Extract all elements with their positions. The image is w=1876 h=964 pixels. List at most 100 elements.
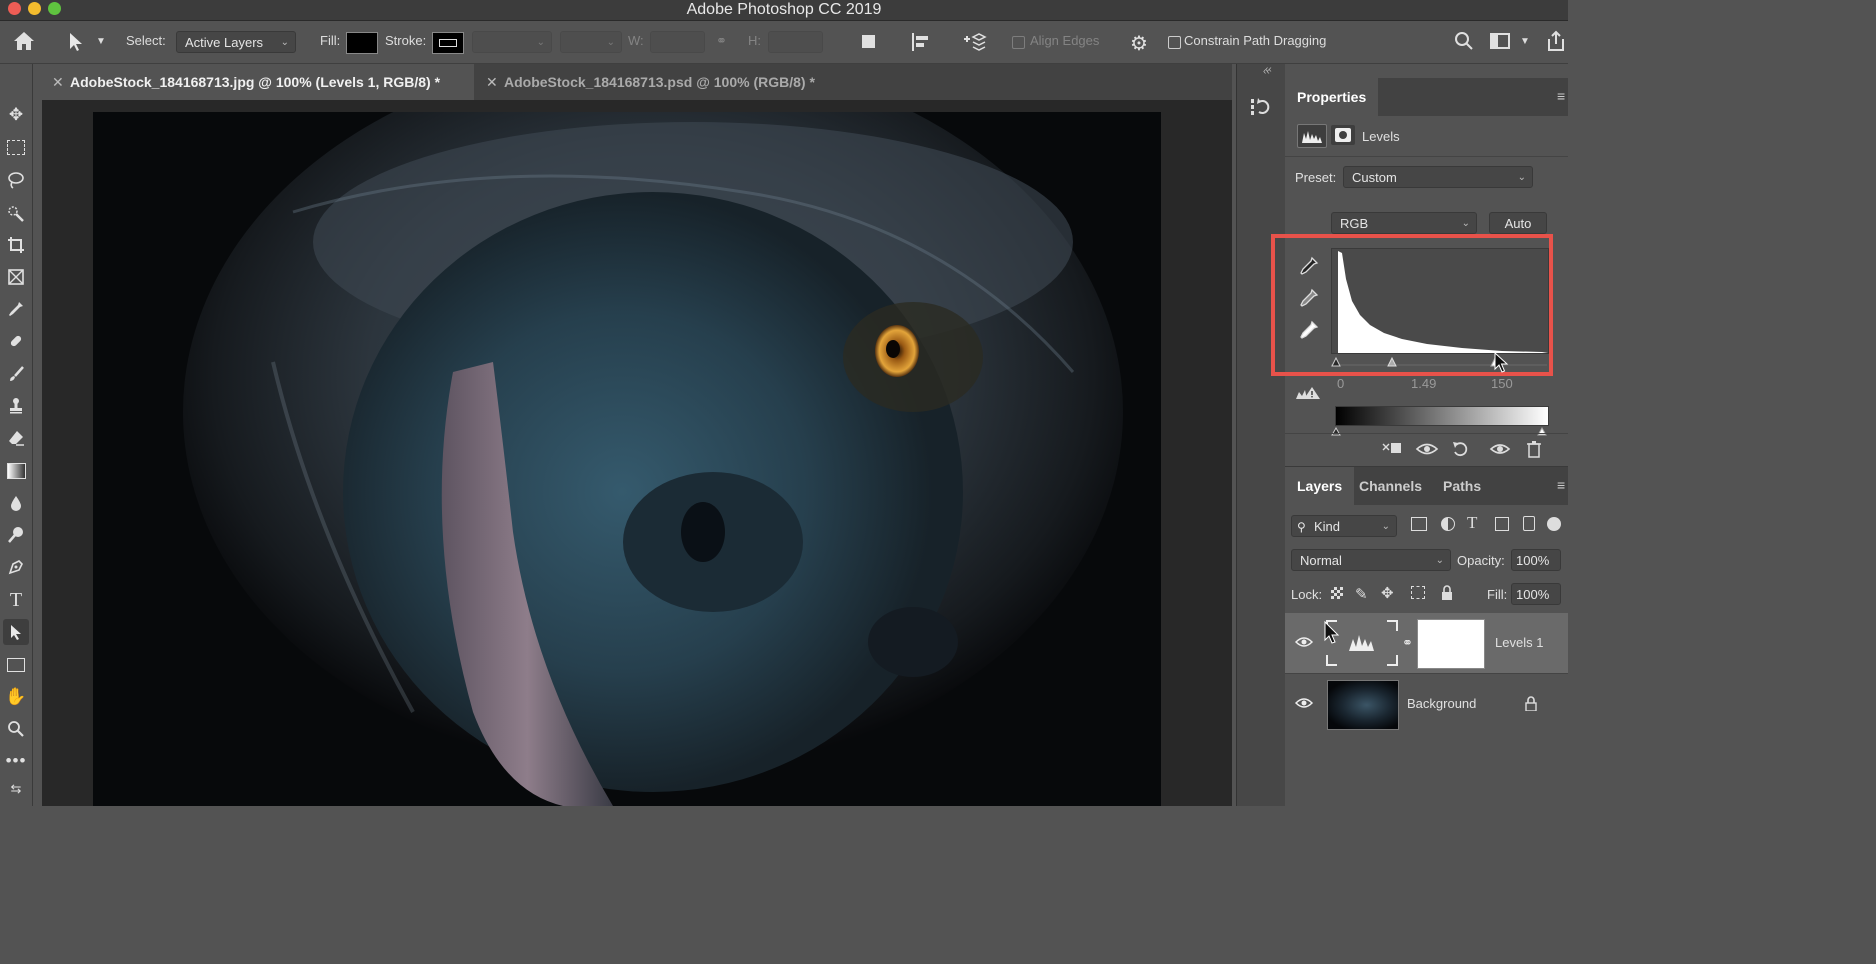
- view-previous-state-icon[interactable]: [1415, 440, 1439, 463]
- tab-channels[interactable]: Channels: [1347, 467, 1434, 505]
- clip-to-layer-icon[interactable]: [1381, 440, 1403, 463]
- type-filter-icon[interactable]: T: [1467, 513, 1477, 533]
- stroke-width-field[interactable]: ⌄: [472, 31, 552, 53]
- shape-filter-icon[interactable]: [1495, 517, 1509, 531]
- path-select-tool-icon[interactable]: [3, 619, 29, 645]
- link-icon[interactable]: ⚭: [1402, 635, 1413, 651]
- layer-name[interactable]: Levels 1: [1495, 635, 1543, 650]
- gear-icon[interactable]: ⚙: [1130, 31, 1148, 56]
- mask-icon[interactable]: [1331, 125, 1355, 145]
- dodge-tool-icon[interactable]: [3, 522, 29, 548]
- levels-adjustment-icon[interactable]: [1297, 124, 1327, 148]
- rectangle-tool-icon[interactable]: [3, 652, 29, 678]
- share-icon[interactable]: [1546, 30, 1566, 55]
- hand-tool-icon[interactable]: ✋: [3, 684, 29, 710]
- workspace-chevron-icon[interactable]: ▼: [1520, 36, 1530, 47]
- path-alignment-icon[interactable]: [910, 32, 932, 55]
- chimpanzee-photo[interactable]: [93, 112, 1161, 806]
- expand-dock-icon[interactable]: ‹‹: [1265, 64, 1272, 75]
- home-icon[interactable]: [12, 30, 36, 55]
- gradient-tool-icon[interactable]: [3, 458, 29, 484]
- smart-object-filter-icon[interactable]: [1523, 516, 1535, 531]
- type-tool-icon[interactable]: T: [3, 587, 29, 613]
- eraser-tool-icon[interactable]: [3, 425, 29, 451]
- path-selection-tool-icon[interactable]: [66, 31, 86, 56]
- height-field[interactable]: [768, 31, 823, 53]
- input-black-value[interactable]: 0: [1337, 376, 1344, 391]
- close-tab-icon[interactable]: ✕: [486, 64, 498, 100]
- fill-swatch[interactable]: [346, 32, 378, 54]
- filter-kind-dropdown[interactable]: ⚲ Kind ⌄: [1291, 515, 1397, 537]
- lasso-tool-icon[interactable]: [3, 167, 29, 193]
- workspace-icon[interactable]: [1490, 33, 1510, 49]
- tab-document-jpg[interactable]: ✕ AdobeStock_184168713.jpg @ 100% (Level…: [42, 64, 474, 100]
- width-field[interactable]: [650, 31, 705, 53]
- move-tool-icon[interactable]: ✥: [3, 102, 29, 128]
- layer-row-background[interactable]: Background: [1285, 673, 1568, 734]
- marquee-tool-icon[interactable]: [3, 134, 29, 160]
- crop-tool-icon[interactable]: [3, 232, 29, 258]
- lock-transparent-icon[interactable]: [1331, 587, 1343, 599]
- tab-properties[interactable]: Properties: [1285, 78, 1379, 116]
- align-edges-checkbox[interactable]: [1012, 36, 1025, 49]
- chevron-down-icon: ⌄: [1517, 172, 1526, 183]
- search-icon[interactable]: [1454, 31, 1474, 54]
- layer-name[interactable]: Background: [1407, 696, 1476, 711]
- clone-stamp-tool-icon[interactable]: [3, 393, 29, 419]
- pixel-filter-icon[interactable]: [1411, 517, 1427, 531]
- lock-position-icon[interactable]: ✥: [1381, 584, 1394, 602]
- link-icon[interactable]: ⚭: [716, 33, 727, 49]
- path-operations-icon[interactable]: [862, 35, 875, 48]
- layers-panel: Layers Channels Paths ≡ ⚲ Kind ⌄ T Norma…: [1285, 466, 1568, 807]
- tab-layers[interactable]: Layers: [1285, 467, 1355, 505]
- healing-brush-tool-icon[interactable]: [3, 328, 29, 354]
- zoom-tool-icon[interactable]: [3, 716, 29, 742]
- adjustment-filter-icon[interactable]: [1441, 517, 1455, 531]
- pen-tool-icon[interactable]: [3, 554, 29, 580]
- opacity-value: 100%: [1516, 553, 1550, 568]
- brush-tool-icon[interactable]: [3, 361, 29, 387]
- h-label: H:: [748, 33, 761, 48]
- history-panel-icon[interactable]: [1249, 96, 1273, 123]
- swap-colors-icon[interactable]: ⇆: [3, 776, 29, 802]
- eyedropper-tool-icon[interactable]: [3, 296, 29, 322]
- close-tab-icon[interactable]: ✕: [52, 64, 64, 100]
- lock-artboard-icon[interactable]: [1411, 586, 1425, 599]
- preset-dropdown[interactable]: Custom ⌄: [1343, 166, 1533, 188]
- lock-pixels-icon[interactable]: ✎: [1355, 585, 1368, 603]
- frame-tool-icon[interactable]: [3, 264, 29, 290]
- more-tools-icon[interactable]: •••: [3, 748, 29, 774]
- panel-menu-icon[interactable]: ≡: [1557, 88, 1565, 104]
- stroke-type-dropdown[interactable]: ⌄: [560, 31, 622, 53]
- delete-adjustment-icon[interactable]: [1525, 440, 1543, 463]
- layers-menu-icon[interactable]: ≡: [1557, 477, 1565, 493]
- blur-tool-icon[interactable]: [3, 490, 29, 516]
- document-tab-bar: ✕ AdobeStock_184168713.jpg @ 100% (Level…: [42, 64, 1232, 100]
- channel-dropdown[interactable]: RGB ⌄: [1331, 212, 1477, 234]
- tool-preset-chevron-icon[interactable]: ▼: [96, 36, 106, 47]
- tab-paths[interactable]: Paths: [1431, 467, 1493, 505]
- path-arrangement-icon[interactable]: [962, 31, 988, 56]
- clipping-warning-icon[interactable]: [1295, 386, 1321, 405]
- reset-adjustment-icon[interactable]: [1451, 440, 1471, 463]
- background-layer-thumbnail[interactable]: [1327, 680, 1399, 730]
- output-levels-slider[interactable]: [1331, 423, 1551, 436]
- filter-toggle-icon[interactable]: [1547, 517, 1561, 531]
- auto-button[interactable]: Auto: [1489, 212, 1547, 234]
- chevron-down-icon: ⌄: [1435, 555, 1444, 566]
- opacity-field[interactable]: 100%: [1511, 549, 1561, 571]
- select-dropdown[interactable]: Active Layers ⌄: [176, 31, 296, 53]
- canvas-area[interactable]: [42, 100, 1232, 806]
- constrain-checkbox[interactable]: [1168, 36, 1181, 49]
- blend-mode-dropdown[interactable]: Normal ⌄: [1291, 549, 1451, 571]
- tab-document-psd[interactable]: ✕ AdobeStock_184168713.psd @ 100% (RGB/8…: [476, 64, 880, 100]
- lock-all-icon[interactable]: [1441, 585, 1453, 605]
- eye-icon[interactable]: [1294, 696, 1314, 715]
- fill-field[interactable]: 100%: [1511, 583, 1561, 605]
- quick-selection-tool-icon[interactable]: [3, 200, 29, 226]
- eye-icon[interactable]: [1294, 635, 1314, 654]
- toggle-visibility-icon[interactable]: [1489, 440, 1511, 463]
- stroke-swatch[interactable]: [432, 32, 464, 54]
- layer-mask-thumbnail[interactable]: [1417, 619, 1485, 669]
- input-gamma-value[interactable]: 1.49: [1411, 376, 1436, 391]
